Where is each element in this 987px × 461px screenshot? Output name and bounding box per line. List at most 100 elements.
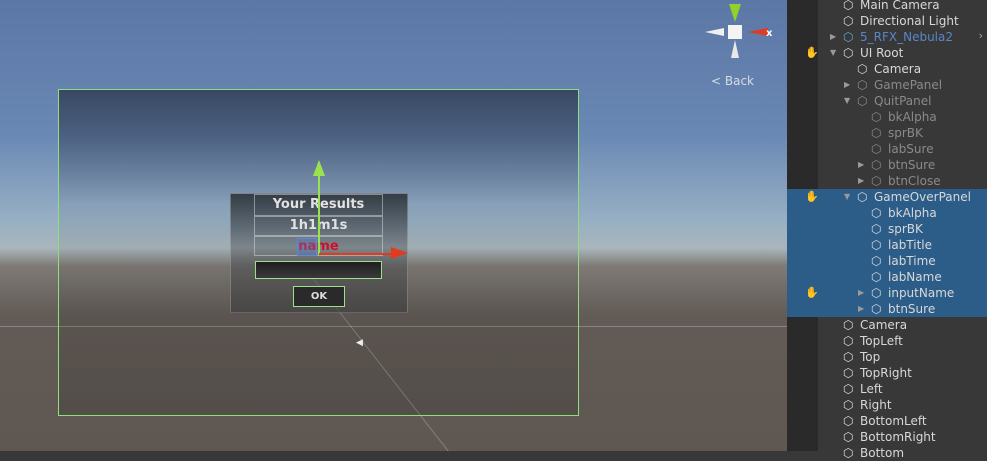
hierarchy-item[interactable]: ⬡ Camera: [787, 61, 987, 77]
collapse-arrow-icon[interactable]: ▼: [844, 93, 850, 109]
hierarchy-item-label: GamePanel: [874, 78, 943, 92]
hierarchy-item[interactable]: ⬡ sprBK: [787, 221, 987, 237]
gameobject-cube-icon: ⬡: [843, 30, 854, 44]
gameobject-cube-icon: ⬡: [843, 446, 854, 460]
gameobject-cube-icon: ⬡: [871, 206, 882, 220]
hierarchy-item[interactable]: ⬡ labTime: [787, 253, 987, 269]
hierarchy-item[interactable]: ⬡ Camera: [787, 317, 987, 333]
move-gizmo-y-arrow-icon[interactable]: [313, 160, 325, 176]
ok-button[interactable]: OK: [293, 286, 345, 307]
hierarchy-item-label: GameOverPanel: [874, 190, 971, 204]
hierarchy-item-label: UI Root: [860, 46, 904, 60]
scene-view[interactable]: Your Results 1h1m1s name OK ◀ x < Back: [0, 0, 787, 451]
gameobject-cube-icon: ⬡: [871, 174, 882, 188]
rect-tool-selection[interactable]: [297, 238, 317, 256]
hierarchy-item[interactable]: ▶ ⬡ 5_RFX_Nebula2: [787, 29, 987, 45]
gameobject-cube-icon: ⬡: [843, 46, 854, 60]
gameobject-cube-icon: ⬡: [843, 14, 854, 28]
hierarchy-item[interactable]: ⬡ Bottom: [787, 445, 987, 461]
hierarchy-item[interactable]: ⬡ bkAlpha: [787, 205, 987, 221]
gameobject-cube-icon: ⬡: [871, 110, 882, 124]
gameobject-cube-icon: ⬡: [871, 270, 882, 284]
hierarchy-item[interactable]: ▶ ⬡ inputName: [787, 285, 987, 301]
collapse-arrow-icon[interactable]: ▼: [830, 45, 836, 61]
audio-source-icon: ◀: [356, 338, 363, 348]
gameobject-cube-icon: ⬡: [871, 126, 882, 140]
hierarchy-item[interactable]: ▶ ⬡ btnClose: [787, 173, 987, 189]
gameobject-cube-icon: ⬡: [871, 254, 882, 268]
hierarchy-item[interactable]: ⬡ Right: [787, 397, 987, 413]
hierarchy-item-label: Top: [860, 350, 881, 364]
back-button[interactable]: < Back: [711, 74, 754, 88]
expand-arrow-icon[interactable]: ▶: [858, 285, 864, 301]
move-gizmo-y-axis[interactable]: [318, 168, 320, 255]
hierarchy-item-label: sprBK: [888, 126, 923, 140]
gameobject-cube-icon: ⬡: [871, 238, 882, 252]
gizmo-center-cube-icon: [728, 25, 742, 39]
hierarchy-item-label: Right: [860, 398, 892, 412]
hierarchy-item-label: TopRight: [860, 366, 912, 380]
gameobject-cube-icon: ⬡: [857, 190, 868, 204]
hierarchy-item[interactable]: ⬡ TopRight: [787, 365, 987, 381]
gameobject-cube-icon: ⬡: [843, 366, 854, 380]
hierarchy-item-label: btnSure: [888, 302, 936, 316]
hierarchy-item-label: BottomRight: [860, 430, 936, 444]
gameobject-cube-icon: ⬡: [871, 158, 882, 172]
gameobject-cube-icon: ⬡: [843, 350, 854, 364]
gizmo-neg-x-cone-icon: [705, 28, 724, 36]
expand-arrow-icon[interactable]: ▶: [858, 301, 864, 317]
hierarchy-item-label: labTitle: [888, 238, 933, 252]
gameobject-cube-icon: ⬡: [857, 94, 868, 108]
gizmo-x-label: x: [766, 28, 773, 39]
hierarchy-item[interactable]: ▼ ⬡ GameOverPanel: [787, 189, 987, 205]
hierarchy-item-label: labTime: [888, 254, 936, 268]
hierarchy-item-label: Bottom: [860, 446, 905, 460]
hierarchy-item[interactable]: ⬡ Left: [787, 381, 987, 397]
hierarchy-item-label: Camera: [860, 318, 908, 332]
input-name[interactable]: [255, 261, 382, 279]
expand-arrow-icon[interactable]: ▶: [844, 77, 850, 93]
hierarchy-item-label: labName: [888, 270, 942, 284]
expand-arrow-icon[interactable]: ▶: [830, 29, 836, 45]
hierarchy-item-label: sprBK: [888, 222, 923, 236]
hierarchy-item[interactable]: ⬡ Directional Light: [787, 13, 987, 29]
hierarchy-item[interactable]: ⬡ labSure: [787, 141, 987, 157]
hierarchy-item-label: btnClose: [888, 174, 941, 188]
expand-arrow-icon[interactable]: ▶: [858, 173, 864, 189]
hierarchy-item[interactable]: ⬡ bkAlpha: [787, 109, 987, 125]
gameobject-cube-icon: ⬡: [843, 414, 854, 428]
hierarchy-item[interactable]: ▼ ⬡ UI Root: [787, 45, 987, 61]
gameobject-cube-icon: ⬡: [857, 78, 868, 92]
hierarchy-item[interactable]: ⬡ labName: [787, 269, 987, 285]
hierarchy-item[interactable]: ▶ ⬡ GamePanel: [787, 77, 987, 93]
gameobject-cube-icon: ⬡: [857, 62, 868, 76]
hierarchy-item[interactable]: ▶ ⬡ btnSure: [787, 157, 987, 173]
hierarchy-item[interactable]: ⬡ sprBK: [787, 125, 987, 141]
gameobject-cube-icon: ⬡: [871, 302, 882, 316]
hierarchy-item-label: Left: [860, 382, 883, 396]
hierarchy-panel[interactable]: ✋ ✋ ✋ › ⬡ Main Camera ⬡ Directional Light ▶ ⬡…: [787, 0, 987, 460]
hierarchy-item[interactable]: ⬡ labTitle: [787, 237, 987, 253]
move-gizmo-x-arrow-icon[interactable]: [391, 247, 408, 259]
gameobject-cube-icon: ⬡: [871, 286, 882, 300]
hierarchy-item-label: labSure: [888, 142, 934, 156]
hierarchy-item[interactable]: ▶ ⬡ btnSure: [787, 301, 987, 317]
gameobject-cube-icon: ⬡: [871, 222, 882, 236]
gizmo-y-cone-icon: [729, 4, 741, 22]
gameobject-cube-icon: ⬡: [843, 430, 854, 444]
hierarchy-item[interactable]: ⬡ TopLeft: [787, 333, 987, 349]
collapse-arrow-icon[interactable]: ▼: [844, 189, 850, 205]
gameobject-cube-icon: ⬡: [871, 142, 882, 156]
gameobject-cube-icon: ⬡: [843, 0, 854, 12]
expand-arrow-icon[interactable]: ▶: [858, 157, 864, 173]
hierarchy-item[interactable]: ⬡ BottomRight: [787, 429, 987, 445]
hierarchy-item[interactable]: ⬡ Main Camera: [787, 0, 987, 13]
hierarchy-item-label: bkAlpha: [888, 110, 937, 124]
hierarchy-item-label: Camera: [874, 62, 922, 76]
move-gizmo-x-axis[interactable]: [319, 253, 395, 255]
hierarchy-item[interactable]: ⬡ Top: [787, 349, 987, 365]
hierarchy-item[interactable]: ⬡ BottomLeft: [787, 413, 987, 429]
hierarchy-item-label: btnSure: [888, 158, 936, 172]
hierarchy-item-label: 5_RFX_Nebula2: [860, 30, 953, 44]
hierarchy-item[interactable]: ▼ ⬡ QuitPanel: [787, 93, 987, 109]
